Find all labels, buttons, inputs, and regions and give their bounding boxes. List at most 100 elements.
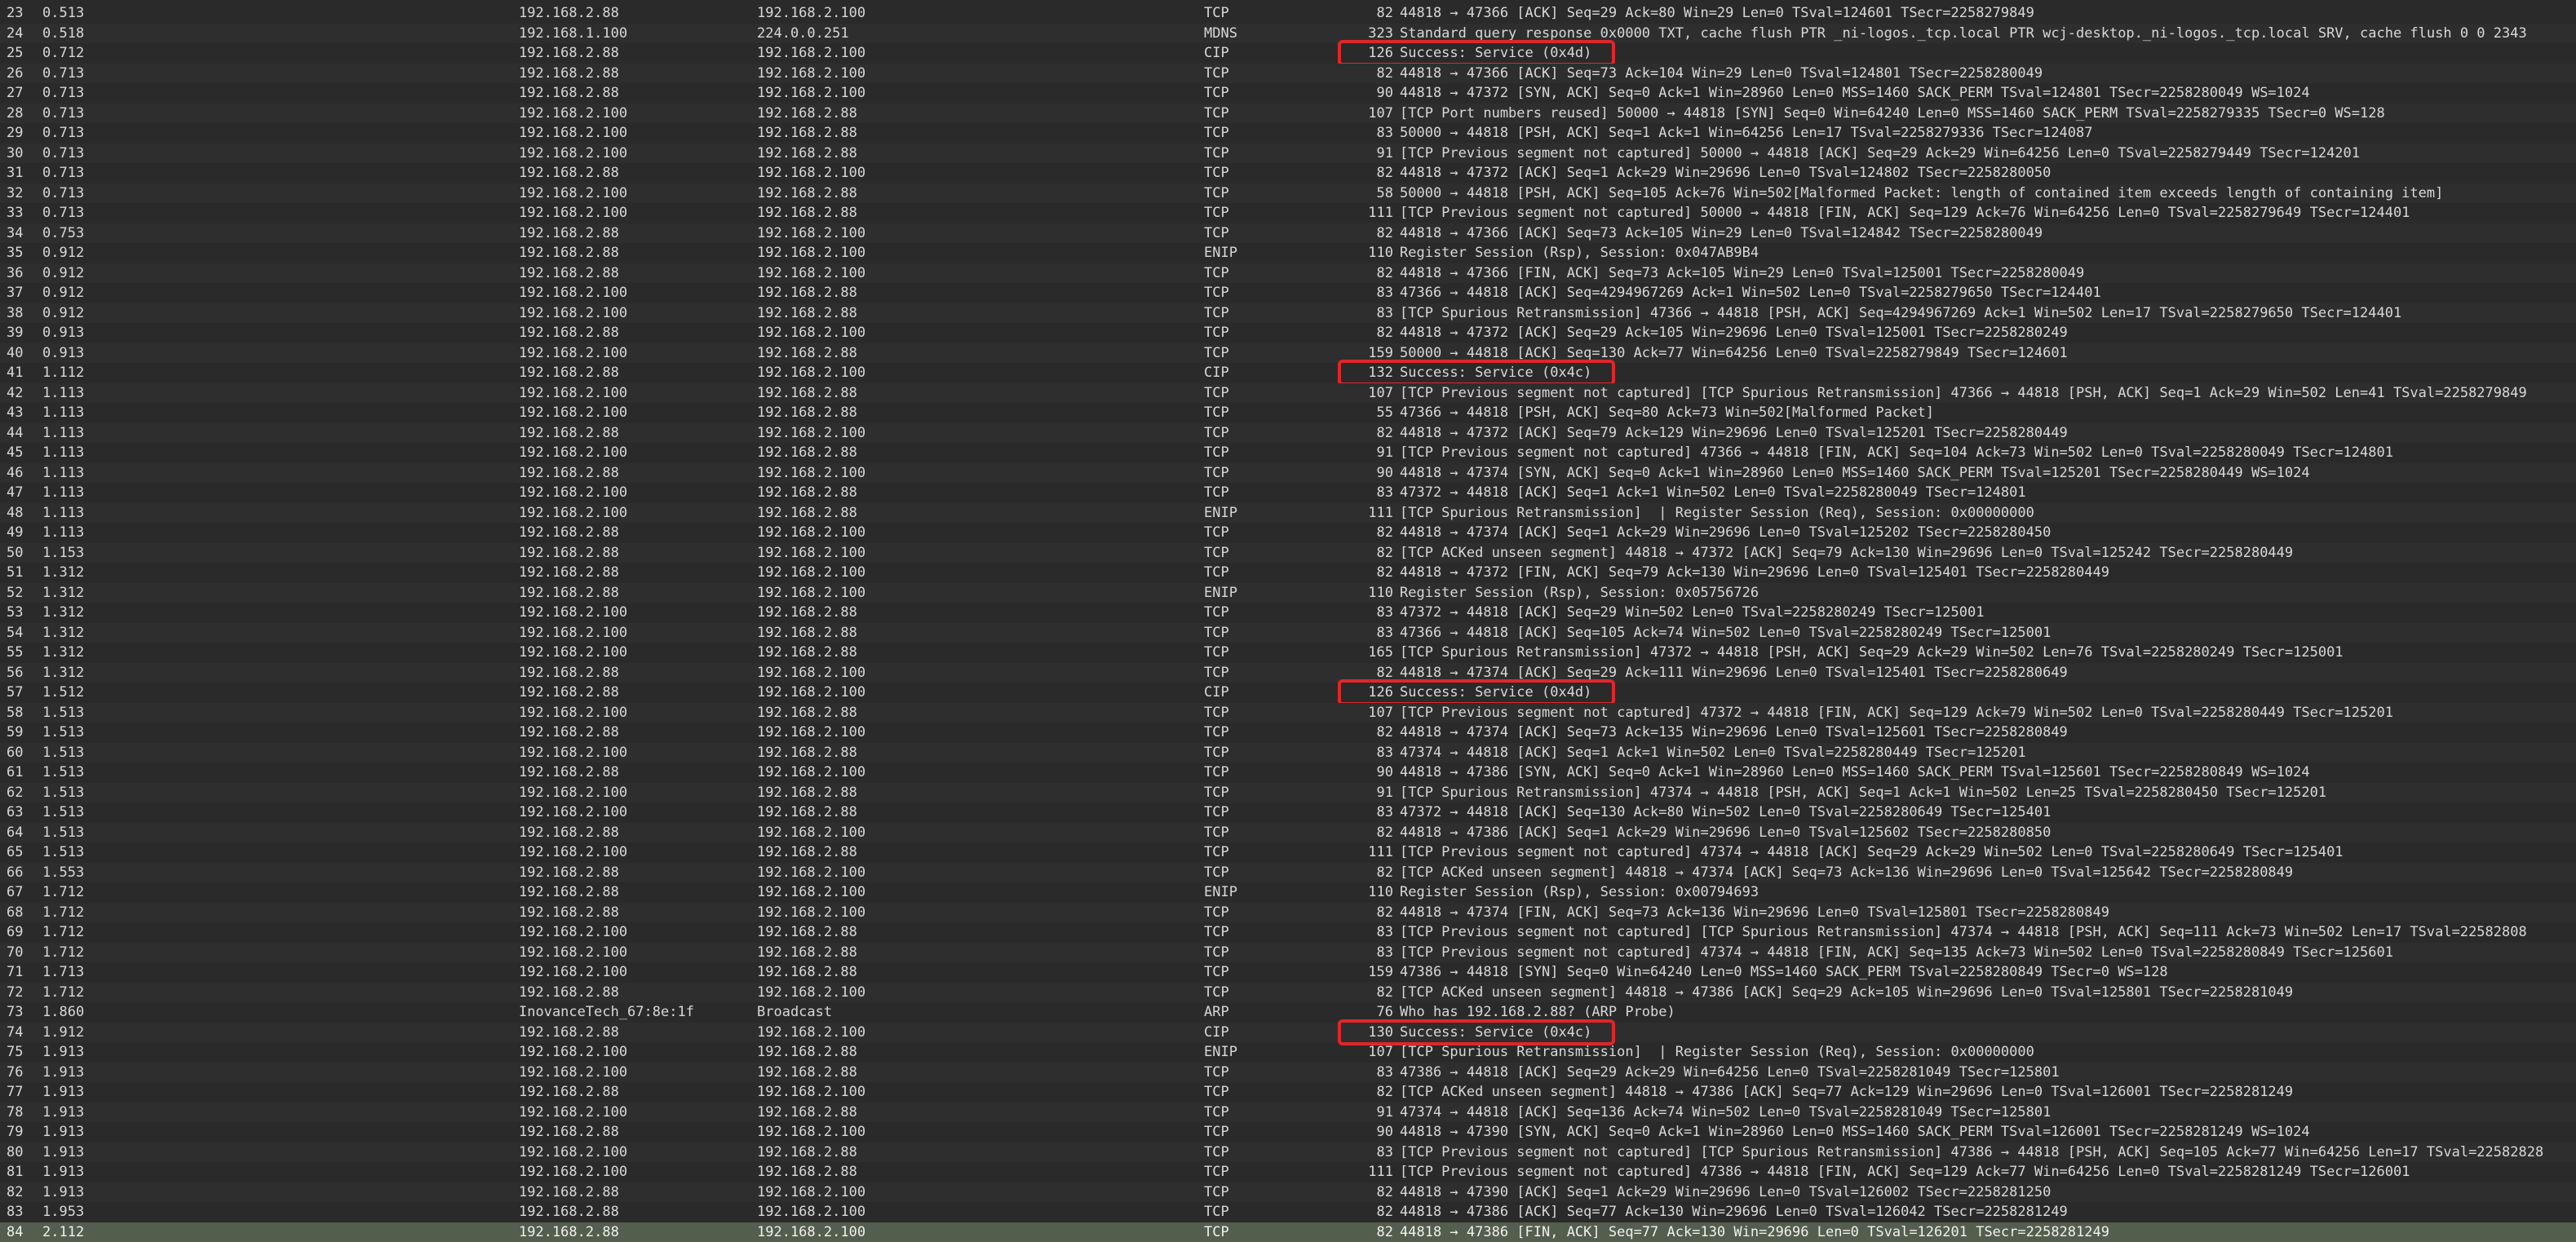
packet-protocol: TCP — [1204, 544, 1229, 561]
packet-row[interactable]: 44 1.113 192.168.2.88 192.168.2.100 TCP 82 448… — [0, 422, 2576, 443]
packet-time: 1.912 — [42, 1023, 85, 1041]
packet-row[interactable]: 46 1.113 192.168.2.88 192.168.2.100 TCP 90 448… — [0, 462, 2576, 483]
packet-row[interactable]: 71 1.713 192.168.2.100 192.168.2.88 TCP 159 47… — [0, 962, 2576, 982]
packet-row[interactable]: 59 1.513 192.168.2.88 192.168.2.100 TCP 82 448… — [0, 723, 2576, 742]
packet-row[interactable]: 24 0.518 192.168.1.100 224.0.0.251 MDNS 323 St… — [0, 23, 2576, 43]
packet-row[interactable]: 50 1.153 192.168.2.88 192.168.2.100 TCP 82 [TC… — [0, 542, 2576, 563]
packet-row[interactable]: 30 0.713 192.168.2.100 192.168.2.88 TCP 91 [TC… — [0, 143, 2576, 163]
packet-row[interactable]: 43 1.113 192.168.2.100 192.168.2.88 TCP 55 473… — [0, 403, 2576, 422]
packet-row[interactable]: 68 1.712 192.168.2.88 192.168.2.100 TCP 82 448… — [0, 902, 2576, 922]
packet-length: 82 — [1376, 424, 1393, 441]
packet-info: [TCP Previous segment not captured] 4737… — [1400, 704, 2393, 721]
packet-info: [TCP ACKed unseen segment] 44818 → 47386… — [1400, 983, 2294, 1001]
packet-row[interactable]: 74 1.912 192.168.2.88 192.168.2.100 CIP 130 Su… — [0, 1022, 2576, 1042]
packet-time: 1.513 — [42, 724, 85, 740]
packet-row[interactable]: 48 1.113 192.168.2.100 192.168.2.88 ENIP 111[… — [0, 502, 2576, 523]
packet-source: 192.168.2.100 — [519, 444, 628, 461]
packet-row[interactable]: 56 1.312 192.168.2.88 192.168.2.100 TCP 82 448… — [0, 662, 2576, 683]
packet-row[interactable]: 28 0.713 192.168.2.100 192.168.2.88 TCP 107 [T… — [0, 103, 2576, 123]
packet-row[interactable]: 42 1.113 192.168.2.100 192.168.2.88 TCP 107 [T… — [0, 382, 2576, 403]
packet-protocol: TCP — [1204, 285, 1229, 301]
packet-row[interactable]: 33 0.713 192.168.2.100 192.168.2.88 TCP 111 [T… — [0, 203, 2576, 223]
packet-row[interactable]: 39 0.913 192.168.2.88 192.168.2.100 TCP 82 448… — [0, 323, 2576, 343]
packet-info: Who has 192.168.2.88? (ARP Probe) — [1400, 1004, 1675, 1020]
packet-row[interactable]: 41 1.112 192.168.2.88 192.168.2.100 CIP 132 Su… — [0, 363, 2576, 382]
packet-source: 192.168.2.88 — [519, 904, 619, 921]
packet-row[interactable]: 49 1.113 192.168.2.88 192.168.2.100 TCP 82 448… — [0, 523, 2576, 542]
packet-row[interactable]: 27 0.713 192.168.2.88 192.168.2.100 TCP 90 448… — [0, 83, 2576, 103]
packet-length: 83 — [1376, 604, 1393, 621]
packet-row[interactable]: 82 1.913 192.168.2.88 192.168.2.100 TCP 82 448… — [0, 1182, 2576, 1202]
packet-protocol: CIP — [1204, 45, 1229, 61]
packet-row[interactable]: 60 1.513 192.168.2.100 192.168.2.88 TCP 83 473… — [0, 742, 2576, 762]
packet-row[interactable]: 62 1.513 192.168.2.100 192.168.2.88 TCP 91 [TC… — [0, 782, 2576, 802]
packet-row[interactable]: 29 0.713 192.168.2.100 192.168.2.88 TCP 83 500… — [0, 123, 2576, 143]
packet-row[interactable]: 52 1.312 192.168.2.88 192.168.2.100 ENIP 110 R… — [0, 582, 2576, 603]
packet-time: 1.712 — [42, 944, 85, 961]
packet-length: 111 — [1368, 844, 1393, 860]
packet-length: 83 — [1376, 624, 1393, 641]
packet-time: 1.153 — [42, 544, 85, 561]
packet-protocol: TCP — [1204, 1103, 1229, 1120]
packet-time: 1.913 — [42, 1183, 85, 1200]
packet-row[interactable]: 64 1.513 192.168.2.88 192.168.2.100 TCP 82 448… — [0, 822, 2576, 842]
packet-row[interactable]: 26 0.713 192.168.2.88 192.168.2.100 TCP 82 448… — [0, 63, 2576, 83]
packet-source: 192.168.2.88 — [519, 1204, 619, 1220]
packet-row[interactable]: 67 1.712 192.168.2.88 192.168.2.100 ENIP 110 R… — [0, 882, 2576, 902]
packet-row[interactable]: 63 1.513 192.168.2.100 192.168.2.88 TCP 83 473… — [0, 802, 2576, 822]
packet-length: 82 — [1376, 64, 1393, 82]
packet-row[interactable]: 54 1.312 192.168.2.100 192.168.2.88 TCP 83 473… — [0, 622, 2576, 643]
packet-row[interactable]: 77 1.913 192.168.2.88 192.168.2.100 TCP 82 [TC… — [0, 1082, 2576, 1102]
packet-info: [TCP Spurious Retransmission] | Register… — [1400, 504, 2034, 521]
packet-row[interactable]: 66 1.553 192.168.2.88 192.168.2.100 TCP 82 [TC… — [0, 862, 2576, 882]
packet-info: 44818 → 47386 [ACK] Seq=1 Ack=29 Win=296… — [1400, 824, 2052, 841]
packet-row[interactable]: 70 1.712 192.168.2.100 192.168.2.88 TCP 83 [TC… — [0, 942, 2576, 962]
packet-time: 0.713 — [42, 144, 85, 161]
packet-row[interactable]: 23 0.513 192.168.2.88 192.168.2.100 TCP 82 448… — [0, 3, 2576, 23]
packet-length: 91 — [1376, 784, 1393, 801]
packet-time: 0.518 — [42, 24, 85, 42]
packet-row[interactable]: 72 1.712 192.168.2.88 192.168.2.100 TCP 82 [TC… — [0, 982, 2576, 1002]
packet-info: Success: Service (0x4d) — [1400, 684, 1592, 701]
packet-row[interactable]: 53 1.312 192.168.2.100 192.168.2.88 TCP 83 473… — [0, 603, 2576, 622]
packet-row[interactable]: 45 1.113 192.168.2.100 192.168.2.88 TCP 91 [TC… — [0, 443, 2576, 462]
packet-length: 83 — [1376, 125, 1393, 141]
packet-row[interactable]: 58 1.513 192.168.2.100 192.168.2.88 TCP 107 [T… — [0, 702, 2576, 723]
packet-row[interactable]: 83 1.953 192.168.2.88 192.168.2.100 TCP 82 448… — [0, 1202, 2576, 1222]
packet-row[interactable]: 80 1.913 192.168.2.100 192.168.2.88 TCP 83 [TC… — [0, 1142, 2576, 1162]
packet-source: 192.168.2.100 — [519, 804, 628, 820]
packet-row[interactable]: 25 0.712 192.168.2.88 192.168.2.100 CIP 126 Su… — [0, 43, 2576, 63]
packet-destination: 192.168.2.100 — [757, 464, 866, 481]
packet-row[interactable]: 37 0.912 192.168.2.100 192.168.2.88 TCP 83 473… — [0, 283, 2576, 303]
packet-protocol: TCP — [1204, 804, 1229, 820]
packet-row[interactable]: 34 0.753 192.168.2.88 192.168.2.100 TCP 82 448… — [0, 223, 2576, 243]
packet-source: 192.168.2.100 — [519, 404, 628, 421]
packet-row[interactable]: 78 1.913 192.168.2.100 192.168.2.88 TCP 91 473… — [0, 1102, 2576, 1122]
packet-row[interactable]: 35 0.912 192.168.2.88 192.168.2.100 ENIP 110 R… — [0, 243, 2576, 263]
packet-row[interactable]: 79 1.913 192.168.2.88 192.168.2.100 TCP 90 448… — [0, 1122, 2576, 1142]
packet-row[interactable]: 73 1.860 InovanceTech_67:8e:1f Broadcast ARP… — [0, 1002, 2576, 1022]
packet-row[interactable]: 31 0.713 192.168.2.88 192.168.2.100 TCP 82 448… — [0, 163, 2576, 183]
packet-row[interactable]: 81 1.913 192.168.2.100 192.168.2.88 TCP 111 [T… — [0, 1162, 2576, 1182]
packet-list[interactable]: 23 0.513 192.168.2.88 192.168.2.100 TCP 82 448… — [0, 0, 2576, 1242]
packet-row[interactable]: 65 1.513 192.168.2.100 192.168.2.88 TCP 111 [T… — [0, 842, 2576, 862]
packet-time: 0.713 — [42, 85, 85, 101]
packet-destination: 192.168.2.100 — [757, 165, 866, 181]
packet-destination: 192.168.2.88 — [757, 844, 857, 860]
packet-length: 90 — [1376, 764, 1393, 780]
packet-row[interactable]: 69 1.712 192.168.2.100 192.168.2.88 TCP 83 [TC… — [0, 922, 2576, 942]
packet-row[interactable]: 40 0.913 192.168.2.100 192.168.2.88 TCP 159 50… — [0, 343, 2576, 363]
packet-length: 159 — [1368, 964, 1393, 980]
packet-row[interactable]: 84 2.112 192.168.2.88 192.168.2.100 TCP 82 448… — [0, 1222, 2576, 1242]
packet-row[interactable]: 57 1.512 192.168.2.88 192.168.2.100 CIP 126 Su… — [0, 683, 2576, 702]
packet-row[interactable]: 51 1.312 192.168.2.88 192.168.2.100 TCP 82 448… — [0, 563, 2576, 582]
packet-row[interactable]: 38 0.912 192.168.2.100 192.168.2.88 TCP 83 [TC… — [0, 303, 2576, 323]
packet-row[interactable]: 47 1.113 192.168.2.100 192.168.2.88 TCP 83 473… — [0, 483, 2576, 502]
packet-row[interactable]: 32 0.713 192.168.2.100 192.168.2.88 TCP 58 500… — [0, 183, 2576, 203]
packet-row[interactable]: 75 1.913 192.168.2.100 192.168.2.88 ENIP 107[… — [0, 1042, 2576, 1062]
packet-row[interactable]: 76 1.913 192.168.2.100 192.168.2.88 TCP 83 473… — [0, 1062, 2576, 1082]
packet-row[interactable]: 55 1.312 192.168.2.100 192.168.2.88 TCP 165 [T… — [0, 643, 2576, 662]
packet-info: [TCP Previous segment not captured] 5000… — [1400, 144, 2361, 161]
packet-row[interactable]: 61 1.513 192.168.2.88 192.168.2.100 TCP 90 448… — [0, 762, 2576, 782]
packet-row[interactable]: 36 0.912 192.168.2.88 192.168.2.100 TCP 82 448… — [0, 263, 2576, 283]
